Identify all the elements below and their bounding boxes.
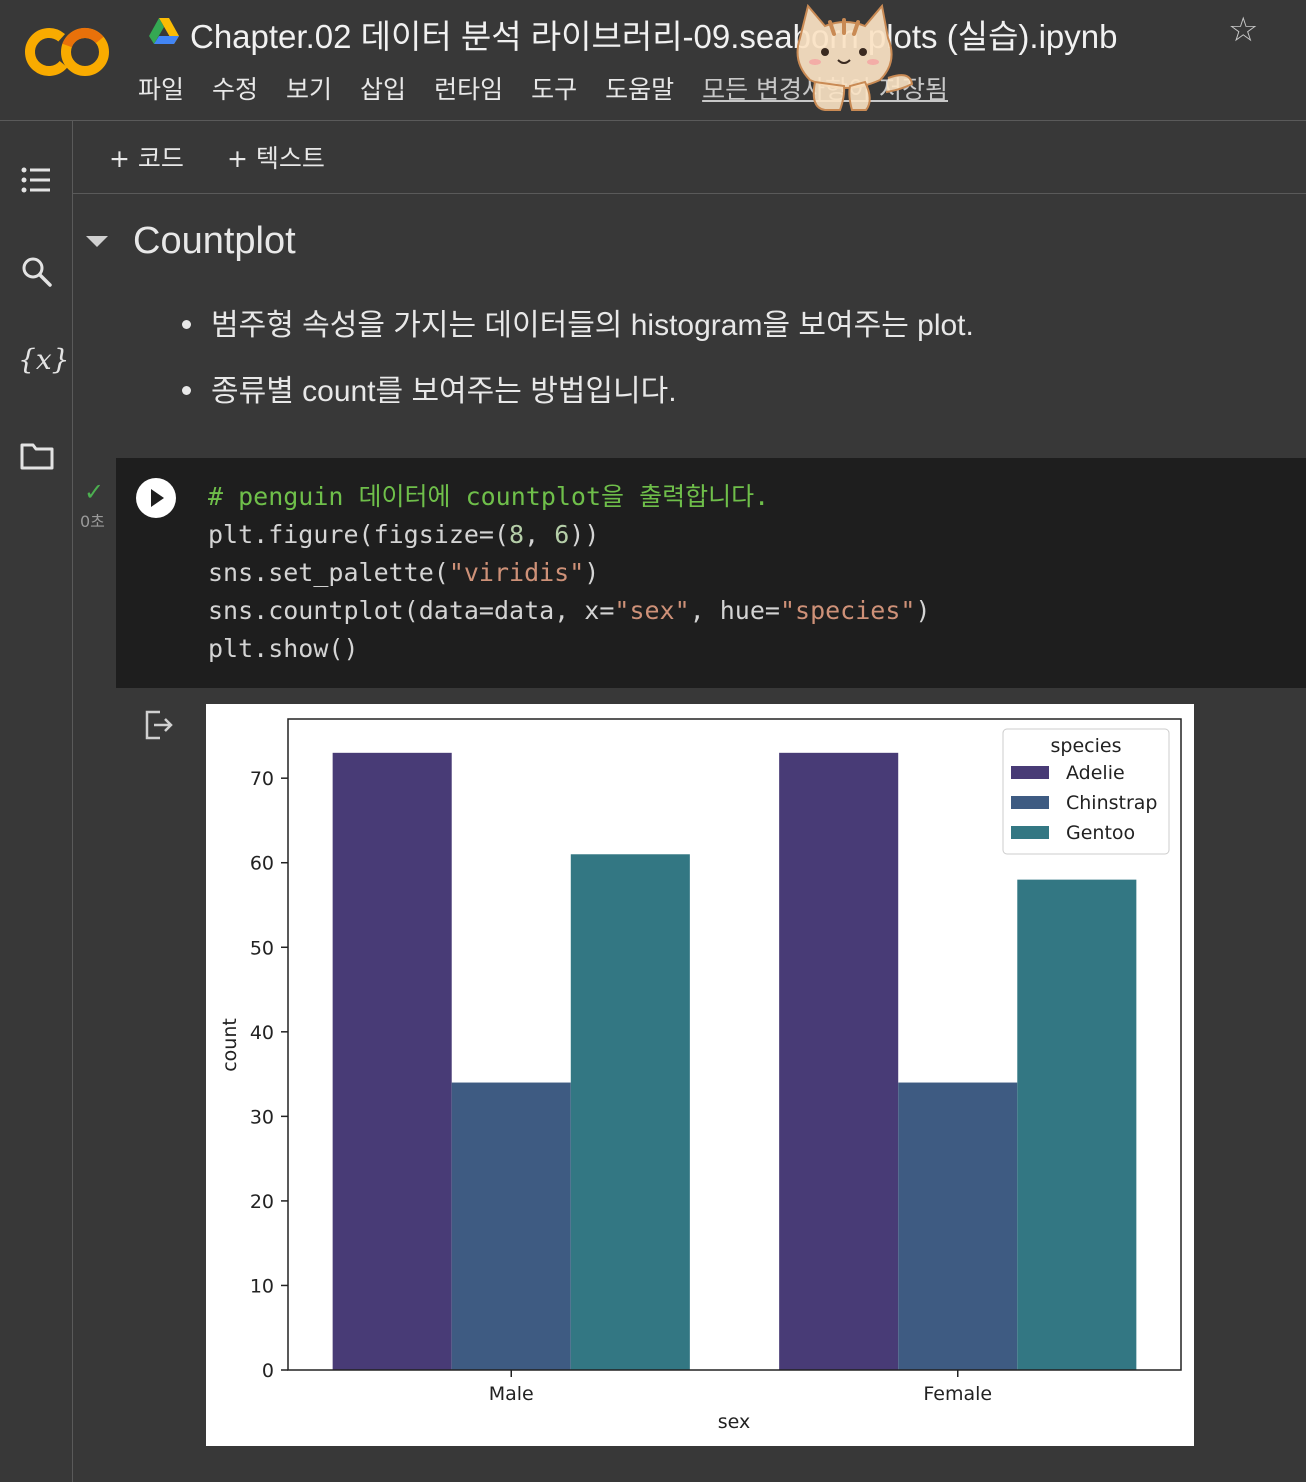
code-token: ) — [915, 596, 931, 625]
menu-insert[interactable]: 삽입 — [360, 70, 406, 106]
execution-time: 0초 — [80, 512, 105, 531]
code-string: "sex" — [614, 596, 690, 625]
y-ticks: 0 10 20 30 40 50 60 70 — [250, 768, 288, 1382]
table-of-contents-icon[interactable] — [18, 161, 56, 199]
legend-title: species — [1051, 735, 1122, 757]
legend: species Adelie Chinstrap Gentoo — [1002, 728, 1170, 855]
search-icon[interactable] — [18, 253, 56, 291]
plot-output: 0 10 20 30 40 50 60 70 Male Female count sex spe… — [206, 704, 1194, 1446]
code-token: plt.figure(figsize=( — [208, 520, 510, 549]
cat-mascot-icon — [796, 3, 914, 111]
legend-swatch — [1011, 826, 1049, 839]
bar-adelie-male — [332, 752, 452, 1370]
code-editor[interactable]: # penguin 데이터에 countplot을 출력합니다. plt.fig… — [208, 478, 931, 668]
code-token: )) — [569, 520, 600, 549]
bullet-item: 범주형 속성을 가지는 데이터들의 histogram을 보여주는 plot. — [182, 300, 974, 344]
add-text-button[interactable]: + 텍스트 — [227, 139, 325, 175]
section-heading: Countplot — [133, 220, 296, 262]
bar-chinstrap-male — [451, 1082, 571, 1370]
add-code-button[interactable]: + 코드 — [109, 139, 184, 175]
y-tick-label: 40 — [250, 1022, 274, 1044]
bar-chinstrap-female — [898, 1082, 1018, 1370]
y-tick-label: 20 — [250, 1191, 274, 1213]
menu-file[interactable]: 파일 — [138, 70, 184, 106]
y-axis-label: count — [219, 1018, 241, 1072]
code-token: , — [524, 520, 555, 549]
x-axis-label: sex — [718, 1411, 751, 1433]
y-tick-label: 30 — [250, 1106, 274, 1128]
code-token: plt.show() — [208, 634, 359, 663]
legend-entry: Gentoo — [1066, 822, 1135, 844]
cell-toolbar: + 코드 + 텍스트 — [73, 121, 1306, 194]
code-string: "species" — [779, 596, 916, 625]
notebook-title[interactable]: Chapter.02 데이터 분석 라이브러리-09.seaborn plots… — [190, 10, 1117, 58]
star-icon[interactable]: ☆ — [1228, 10, 1258, 50]
bullet-item: 종류별 count를 보여주는 방법입니다. — [182, 366, 677, 410]
y-tick-label: 60 — [250, 853, 274, 875]
header: Chapter.02 데이터 분석 라이브러리-09.seaborn plots… — [0, 0, 1306, 121]
run-cell-button[interactable] — [136, 478, 176, 518]
folder-icon[interactable] — [18, 437, 56, 475]
menu-help[interactable]: 도움말 — [605, 70, 674, 106]
code-string: "viridis" — [448, 558, 585, 587]
code-number: 6 — [554, 520, 570, 549]
bullet-dot-icon — [182, 319, 191, 329]
menu-edit[interactable]: 수정 — [212, 70, 258, 106]
legend-entry: Chinstrap — [1066, 792, 1158, 814]
x-tick-label: Female — [923, 1383, 992, 1405]
colab-logo[interactable] — [22, 22, 112, 82]
bar-gentoo-male — [570, 854, 690, 1370]
x-tick-label: Male — [489, 1383, 534, 1405]
bar-adelie-female — [779, 752, 899, 1370]
y-tick-label: 70 — [250, 768, 274, 790]
countplot-chart: 0 10 20 30 40 50 60 70 Male Female count sex spe… — [219, 718, 1182, 1433]
bar-gentoo-female — [1017, 879, 1137, 1370]
code-token: , hue= — [689, 596, 780, 625]
y-tick-label: 10 — [250, 1275, 274, 1297]
code-token: sns.countplot(data=data, x= — [208, 596, 615, 625]
bullet-dot-icon — [182, 385, 191, 395]
menu-view[interactable]: 보기 — [286, 70, 332, 106]
output-redirect-icon[interactable] — [142, 708, 176, 742]
collapse-section-chevron-icon[interactable] — [86, 236, 108, 247]
drive-icon[interactable] — [148, 16, 180, 46]
execution-success-check-icon: ✓ — [84, 478, 105, 506]
x-ticks: Male Female — [489, 1370, 992, 1405]
code-comment: # penguin 데이터에 countplot을 출력합니다. — [208, 482, 770, 511]
code-token: ) — [584, 558, 600, 587]
legend-entry: Adelie — [1066, 762, 1125, 784]
y-tick-label: 50 — [250, 937, 274, 959]
code-number: 8 — [509, 520, 525, 549]
variables-icon[interactable]: {x} — [18, 343, 69, 381]
y-tick-label: 0 — [262, 1360, 274, 1382]
legend-swatch — [1011, 796, 1049, 809]
code-token: sns.set_palette( — [208, 558, 449, 587]
menu-tools[interactable]: 도구 — [531, 70, 577, 106]
bullet-text: 종류별 count를 보여주는 방법입니다. — [211, 375, 677, 408]
legend-swatch — [1011, 766, 1049, 779]
menu-runtime[interactable]: 런타임 — [434, 70, 503, 106]
bullet-text: 범주형 속성을 가지는 데이터들의 histogram을 보여주는 plot. — [211, 309, 974, 342]
left-sidebar: {x} — [0, 121, 73, 1482]
